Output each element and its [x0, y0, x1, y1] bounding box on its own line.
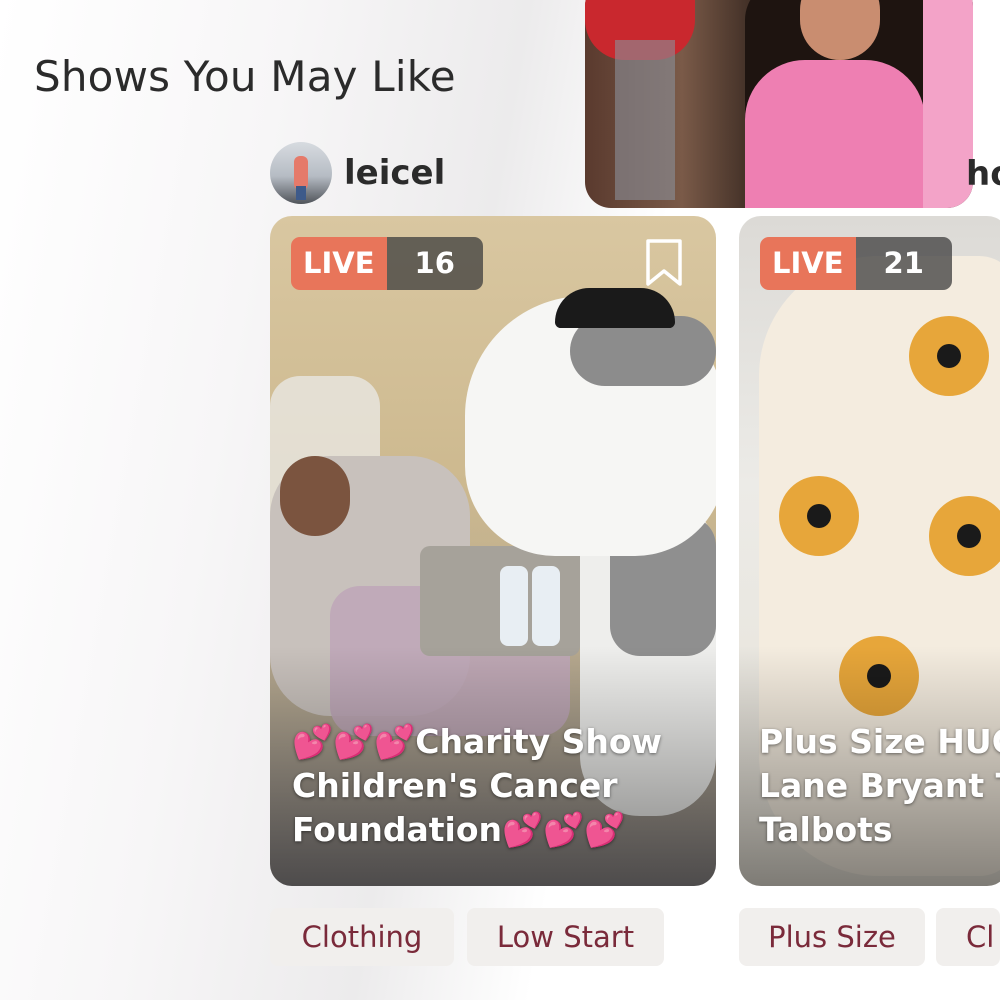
show-title: 💕💕💕Charity Show Children's Cancer Founda… [292, 722, 663, 849]
show-card[interactable]: LIVE 16 💕💕💕Charity Show Children's Cance… [270, 216, 716, 886]
bookmark-icon[interactable] [644, 238, 684, 292]
tag-chip[interactable]: Plus Size [739, 908, 925, 966]
bottle [500, 566, 528, 646]
live-label: LIVE [291, 237, 387, 290]
show-title: Plus Size HUG Lane Bryant To Talbots [759, 722, 1000, 849]
stand-image [615, 40, 675, 200]
bottle [532, 566, 560, 646]
section-title: Shows You May Like [34, 52, 456, 101]
live-label: LIVE [760, 237, 856, 290]
person-head [280, 456, 350, 536]
tag-chip[interactable]: Clothing [270, 908, 454, 966]
seller-row[interactable]: leicel [270, 142, 445, 204]
viewer-count: 16 [386, 237, 483, 290]
avatar-legs [296, 186, 306, 200]
flower-print [909, 316, 989, 396]
avatar[interactable] [270, 142, 332, 204]
avatar-figure [294, 156, 308, 190]
next-seller-name[interactable]: ho [966, 154, 1000, 194]
flower-print [929, 496, 1000, 576]
live-badge: LIVE 16 [291, 237, 483, 290]
show-card[interactable]: LIVE 21 Plus Size HUG Lane Bryant To Tal… [739, 216, 1000, 886]
tag-chip[interactable]: Cl [936, 908, 1000, 966]
flower-print [779, 476, 859, 556]
top-show-card[interactable] [585, 0, 973, 208]
viewer-count: 21 [855, 237, 952, 290]
live-badge: LIVE 21 [760, 237, 952, 290]
host-shirt [745, 60, 925, 208]
plush-cap [555, 288, 675, 328]
tag-chip[interactable]: Low Start [467, 908, 664, 966]
seller-name[interactable]: leicel [344, 153, 445, 193]
